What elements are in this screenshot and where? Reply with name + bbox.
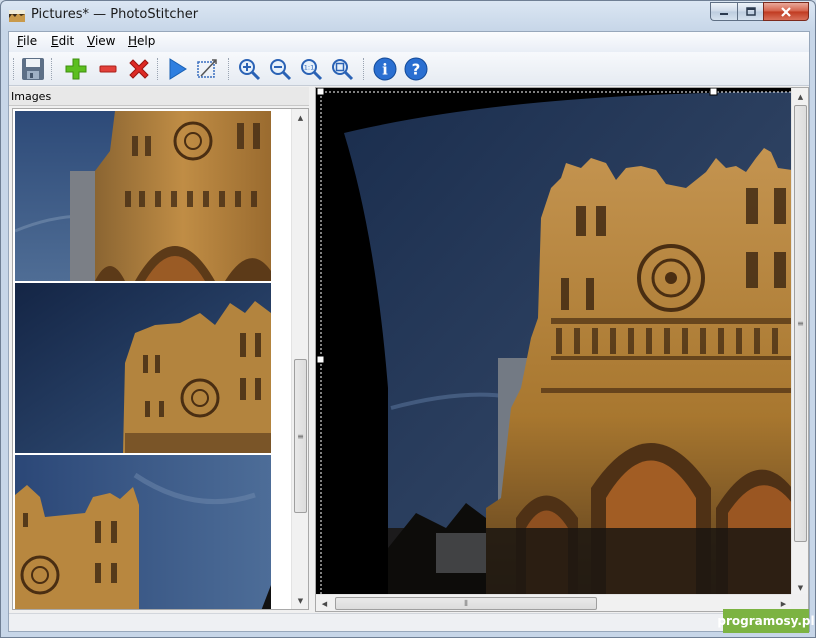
- help-icon: ?: [404, 57, 428, 81]
- floppy-disk-icon: [22, 58, 44, 80]
- window-title: Pictures* — PhotoStitcher: [31, 7, 199, 22]
- scrollbar-thumb[interactable]: ≡: [294, 359, 307, 513]
- red-x-icon: [129, 59, 149, 79]
- save-button[interactable]: [20, 56, 46, 82]
- stitch-button[interactable]: [164, 56, 190, 82]
- scrollbar-thumb[interactable]: ≡: [794, 105, 807, 542]
- zoom-in-icon: [239, 59, 261, 81]
- cathedral-photo-2: [15, 283, 271, 453]
- zoom-in-button[interactable]: [236, 56, 262, 82]
- menu-help[interactable]: Help: [128, 34, 155, 48]
- minimize-icon: [720, 12, 728, 15]
- images-panel-header: Images: [9, 87, 309, 106]
- zoom-actual-size-icon: 1:1: [301, 59, 323, 81]
- plus-icon: [65, 58, 87, 80]
- toolbar-separator: [363, 58, 365, 80]
- zoom-fit-icon: [332, 59, 354, 81]
- toolbar: 1:1 i ?: [9, 52, 809, 86]
- cathedral-photo-1: [15, 111, 271, 281]
- add-image-button[interactable]: [63, 56, 89, 82]
- help-label: ?: [412, 61, 421, 79]
- close-button[interactable]: [763, 2, 809, 21]
- minus-icon: [99, 65, 117, 73]
- minimize-button[interactable]: [710, 2, 737, 21]
- menu-help-accel: H: [128, 34, 138, 48]
- help-button[interactable]: ?: [403, 56, 429, 82]
- scroll-down-arrow[interactable]: ▼: [292, 592, 308, 609]
- menu-file-label: ile: [23, 34, 38, 48]
- menu-view-label: iew: [94, 34, 116, 48]
- toolbar-separator: [228, 58, 230, 80]
- menu-edit[interactable]: Edit: [51, 34, 74, 48]
- menu-help-label: elp: [137, 34, 156, 48]
- window-controls: [710, 2, 809, 22]
- watermark-badge: programosy.pl: [717, 609, 815, 633]
- clear-images-button[interactable]: [126, 56, 152, 82]
- stitched-panorama-cathedral: [316, 88, 792, 595]
- menu-view-accel: V: [87, 34, 95, 48]
- menu-edit-accel: E: [51, 34, 59, 48]
- status-bar: [9, 613, 809, 631]
- info-label: i: [382, 61, 388, 79]
- preview-vertical-scrollbar[interactable]: ▲ ≡ ▼: [791, 88, 808, 596]
- remove-image-button[interactable]: [95, 56, 121, 82]
- panorama-preview[interactable]: ▲ ≡ ▼ ◀ ⦀ ▶: [315, 87, 809, 612]
- zoom-actual-size-button[interactable]: 1:1: [298, 56, 324, 82]
- menu-bar: File Edit View Help: [9, 32, 809, 52]
- image-thumbnail-1[interactable]: [15, 111, 271, 281]
- info-icon: i: [373, 57, 397, 81]
- app-window: Pictures* — PhotoStitcher File Edit View…: [0, 0, 816, 638]
- maximize-button[interactable]: [737, 2, 763, 21]
- zoom-out-button[interactable]: [267, 56, 293, 82]
- close-icon: [781, 6, 791, 17]
- scroll-up-arrow[interactable]: ▲: [292, 109, 308, 126]
- toolbar-separator: [51, 58, 53, 80]
- scroll-left-arrow[interactable]: ◀: [316, 595, 333, 611]
- title-bar[interactable]: Pictures* — PhotoStitcher: [1, 1, 815, 31]
- images-list[interactable]: ▲ ≡ ▼: [12, 108, 309, 610]
- menu-view[interactable]: View: [87, 34, 115, 48]
- crop-icon: [197, 59, 217, 78]
- scroll-up-arrow[interactable]: ▲: [792, 88, 808, 105]
- play-icon: [169, 58, 187, 80]
- preview-horizontal-scrollbar[interactable]: ◀ ⦀ ▶: [316, 594, 792, 611]
- zoom-actual-size-label: 1:1: [304, 64, 314, 72]
- cathedral-photo-3: [15, 455, 271, 609]
- menu-file[interactable]: File: [17, 34, 37, 48]
- menu-edit-label: dit: [58, 34, 75, 48]
- scrollbar-thumb[interactable]: ⦀: [335, 597, 597, 610]
- images-vertical-scrollbar[interactable]: ▲ ≡ ▼: [291, 109, 308, 609]
- zoom-fit-button[interactable]: [329, 56, 355, 82]
- images-panel-title: Images: [11, 90, 52, 103]
- preview-canvas[interactable]: [316, 88, 792, 595]
- image-thumbnail-3[interactable]: [15, 455, 271, 609]
- zoom-out-icon: [270, 59, 292, 81]
- crop-button[interactable]: [194, 56, 220, 82]
- image-thumbnail-2[interactable]: [15, 283, 271, 453]
- client-area: File Edit View Help 1:1 i ? Images ▲ ≡ ▼…: [8, 31, 810, 632]
- info-button[interactable]: i: [372, 56, 398, 82]
- toolbar-grip: [13, 58, 15, 80]
- toolbar-separator: [157, 58, 159, 80]
- landscape-photo-icon: [9, 10, 25, 22]
- maximize-icon: [745, 7, 756, 16]
